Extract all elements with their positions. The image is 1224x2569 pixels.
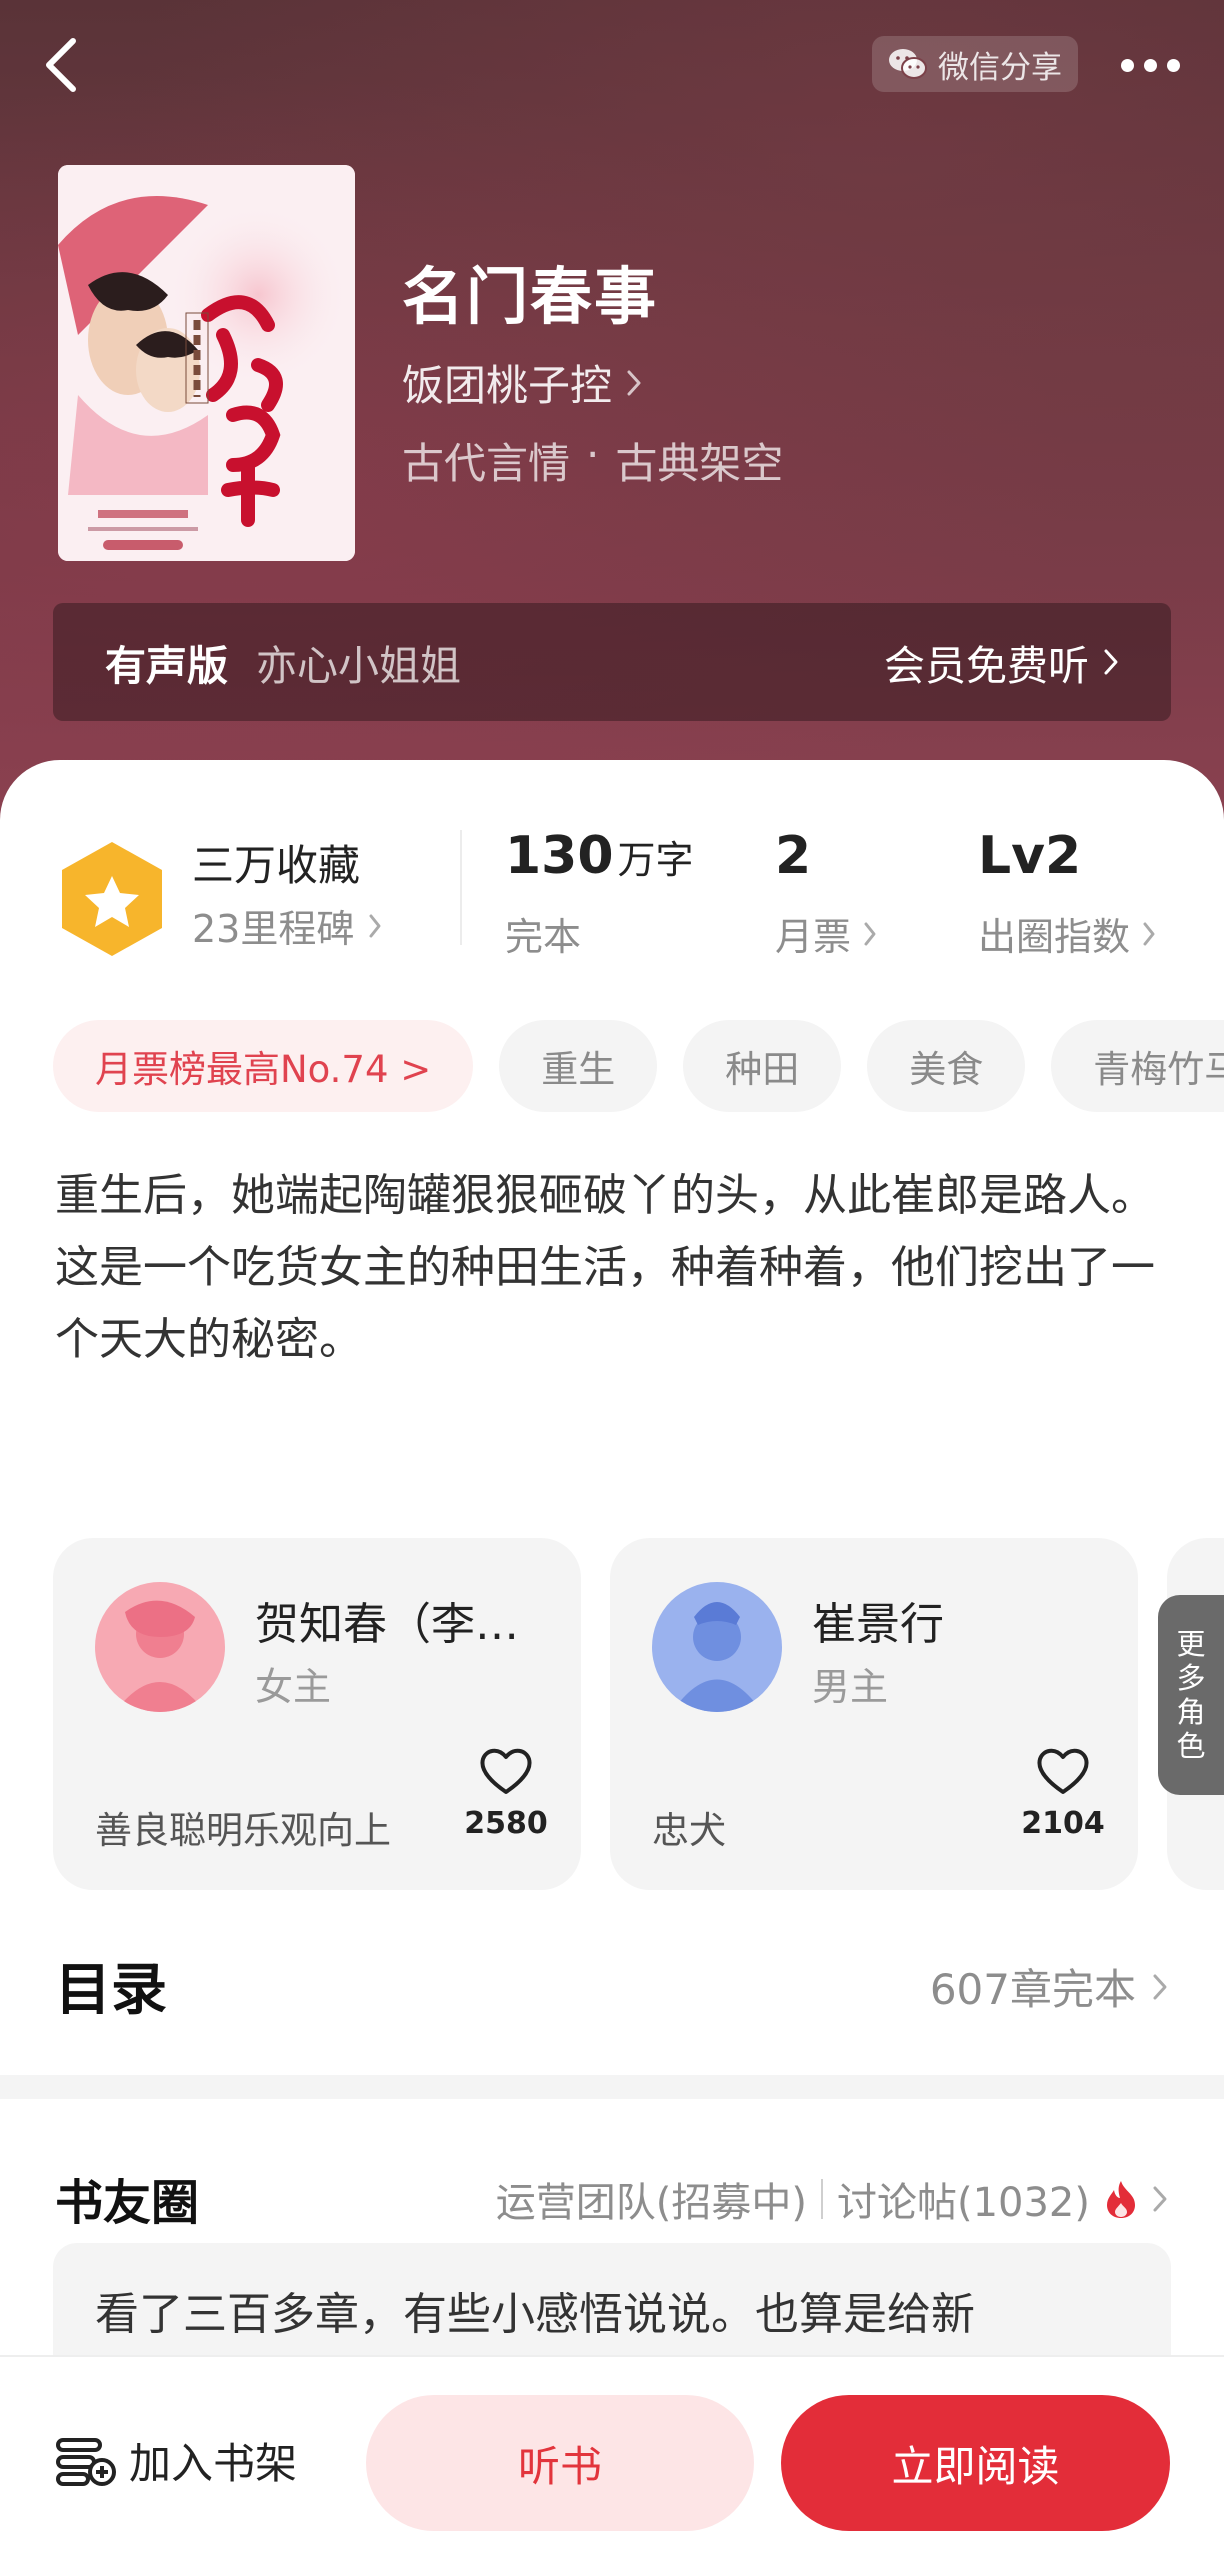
more-roles-char: 色 <box>1176 1729 1206 1763</box>
like-count: 2104 <box>1021 1806 1105 1841</box>
add-to-shelf-label: 加入书架 <box>129 2439 298 2488</box>
reader-circle-link[interactable]: 运营团队(招募中) 讨论帖(1032) <box>496 2170 1168 2228</box>
genre-separator: · <box>586 430 600 479</box>
more-roles-char: 角 <box>1176 1695 1206 1729</box>
milestones-link[interactable]: 23里程碑 <box>192 898 382 953</box>
more-dots-icon <box>1120 58 1134 72</box>
book-cover[interactable] <box>58 165 355 561</box>
word-count-unit: 万字 <box>617 838 694 882</box>
character-list: 贺知春（李… 女主 善良聪明乐观向上 2580 崔景行 男主 忠犬 2104 <box>53 1538 1224 1890</box>
heart-icon <box>480 1748 532 1794</box>
milestones-label: 23里程碑 <box>192 907 355 951</box>
member-free-listen[interactable]: 会员免费听 <box>884 632 1119 692</box>
popularity-level: Lv2 <box>978 826 1082 886</box>
monthly-tickets-value: 2 <box>775 826 812 886</box>
more-options-button[interactable] <box>1110 40 1190 90</box>
word-count-value: 130 <box>505 826 614 886</box>
listen-button[interactable]: 听书 <box>366 2395 754 2531</box>
fire-icon <box>1107 2181 1135 2218</box>
genre-primary: 古代言情 <box>402 439 571 488</box>
favorites-badge-icon <box>62 842 162 956</box>
character-avatar <box>95 1582 225 1712</box>
reader-circle-title: 书友圈 <box>55 2175 200 2231</box>
audio-version-bar[interactable]: 有声版 亦心小姐姐 会员免费听 <box>53 603 1171 721</box>
tag-chip[interactable]: 种田 <box>683 1020 842 1112</box>
monthly-tickets-link[interactable]: 月票 <box>775 906 877 961</box>
chevron-right-icon <box>1153 2186 1167 2212</box>
post-preview-text: 看了三百多章，有些小感悟说说。也算是给新 <box>95 2289 975 2340</box>
back-chevron-icon <box>46 38 76 92</box>
like-count: 2580 <box>464 1806 548 1841</box>
member-free-label: 会员免费听 <box>884 642 1089 690</box>
character-name: 崔景行 <box>812 1599 944 1650</box>
wechat-icon <box>889 49 927 79</box>
character-role: 男主 <box>812 1665 889 1709</box>
chevron-right-icon <box>369 914 381 937</box>
tag-chip[interactable]: 重生 <box>499 1020 658 1112</box>
character-card[interactable]: 贺知春（李… 女主 善良聪明乐观向上 2580 <box>53 1538 581 1890</box>
character-avatar <box>652 1582 782 1712</box>
stats-divider <box>460 830 462 945</box>
character-card[interactable]: 崔景行 男主 忠犬 2104 <box>610 1538 1138 1890</box>
more-characters-button[interactable]: 更 多 角 色 <box>1158 1595 1224 1795</box>
character-like-button[interactable]: 2580 <box>461 1746 551 1841</box>
word-count: 130 万字 <box>505 826 694 886</box>
author-link[interactable]: 饭团桃子控 <box>402 352 642 413</box>
back-button[interactable] <box>30 30 90 100</box>
synopsis-line: 重生后，她端起陶罐狠狠砸破丫的头，从此崔郎是路人。 <box>55 1170 1155 1221</box>
popularity-index-link[interactable]: 出圈指数 <box>978 906 1156 961</box>
ranking-tag[interactable]: 月票榜最高No.74 > <box>53 1020 474 1112</box>
book-synopsis[interactable]: 重生后，她端起陶罐狠狠砸破丫的头，从此崔郎是路人。 这是一个吃货女主的种田生活，… <box>55 1160 1175 1376</box>
operation-team-label: 运营团队(招募中) <box>495 2180 807 2226</box>
cover-illustration <box>58 165 355 561</box>
share-label: 微信分享 <box>938 49 1062 86</box>
toc-title: 目录 <box>55 1958 167 2023</box>
tag-chip[interactable]: 青梅竹马 <box>1051 1020 1224 1112</box>
more-roles-char: 多 <box>1176 1661 1206 1695</box>
toc-link[interactable]: 607章完本 <box>930 1956 1168 2017</box>
chevron-right-icon <box>1153 1974 1167 1999</box>
book-title: 名门春事 <box>402 260 659 333</box>
discussion-count: 讨论帖(1032) <box>836 2180 1090 2226</box>
completion-status: 完本 <box>505 915 582 959</box>
chapter-count: 607章完本 <box>929 1965 1136 2014</box>
heart-icon <box>1037 1748 1089 1794</box>
chevron-right-icon <box>864 922 876 945</box>
genre-secondary: 古典架空 <box>615 439 784 488</box>
wechat-share-button[interactable]: 微信分享 <box>872 36 1078 92</box>
character-name: 贺知春（李… <box>255 1599 519 1650</box>
more-roles-char: 更 <box>1176 1627 1206 1661</box>
section-divider <box>0 2075 1224 2099</box>
meta-separator <box>820 2179 823 2219</box>
tag-chip[interactable]: 美食 <box>867 1020 1026 1112</box>
female-avatar-icon <box>95 1582 225 1712</box>
character-like-button[interactable]: 2104 <box>1018 1746 1108 1841</box>
add-bookshelf-icon <box>56 2437 116 2486</box>
chevron-right-icon <box>1143 922 1155 945</box>
favorites-count: 三万收藏 <box>192 841 361 890</box>
male-avatar-icon <box>652 1582 782 1712</box>
add-to-shelf-button[interactable]: 加入书架 <box>55 2430 297 2491</box>
tag-list: 月票榜最高No.74 > 重生 种田 美食 青梅竹马 <box>53 1020 1224 1116</box>
monthly-tickets-label: 月票 <box>775 915 852 959</box>
listen-label: 听书 <box>517 2441 602 2491</box>
character-role: 女主 <box>255 1665 332 1709</box>
chevron-right-icon <box>627 370 641 395</box>
audio-narrator: 亦心小姐姐 <box>256 642 461 690</box>
synopsis-line: 这是一个吃货女主的种田生活，种着种着，他们挖出了一个天大的秘密。 <box>55 1242 1155 1365</box>
discussion-post-preview[interactable]: 看了三百多章，有些小感悟说说。也算是给新 <box>53 2243 1171 2363</box>
audio-label: 有声版 <box>105 642 228 690</box>
character-description: 忠犬 <box>652 1809 726 1852</box>
character-description: 善良聪明乐观向上 <box>95 1809 391 1852</box>
read-now-button[interactable]: 立即阅读 <box>781 2395 1170 2531</box>
popularity-index-label: 出圈指数 <box>978 915 1131 959</box>
read-now-label: 立即阅读 <box>891 2441 1060 2491</box>
author-name: 饭团桃子控 <box>402 361 613 410</box>
genre-list: 古代言情 · 古典架空 <box>402 430 783 491</box>
chevron-right-icon <box>1104 649 1118 675</box>
